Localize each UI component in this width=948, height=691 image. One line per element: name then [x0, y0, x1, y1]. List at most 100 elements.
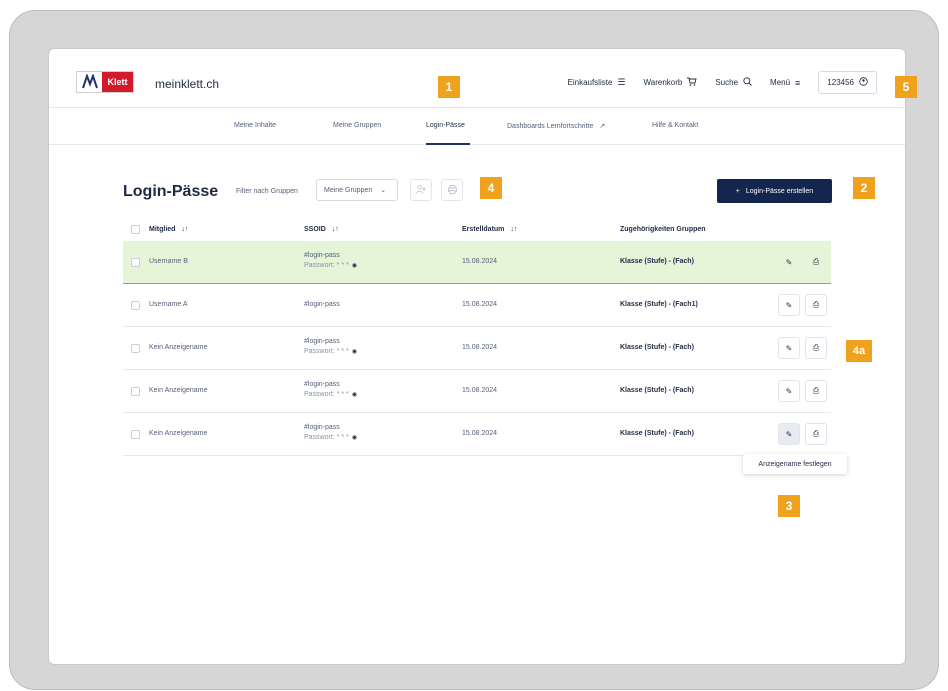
edit-button[interactable]: ✎ [778, 251, 800, 273]
print-button[interactable]: ⎙ [805, 251, 827, 273]
ssoid-value: #login-pass [304, 381, 340, 388]
klett-logo[interactable]: Klett [76, 71, 134, 93]
row-checkbox[interactable] [131, 344, 140, 353]
ssoid-value: #login-pass [304, 338, 340, 345]
ssoid-cell: #login-pass Passwort: * * * ◉ [304, 424, 357, 441]
list-icon: ☰ [617, 77, 626, 87]
add-user-icon [416, 184, 426, 196]
ssoid-value: #login-pass [304, 301, 340, 308]
password-mask: Passwort: * * * [304, 348, 349, 355]
print-selected-button[interactable] [441, 179, 463, 201]
print-icon: ⎙ [812, 300, 820, 309]
created-date: 15.08.2024 [462, 301, 498, 308]
tab-dashboards-label: Dashboards Lernfortschritte [507, 123, 594, 130]
print-button[interactable]: ⎙ [805, 294, 827, 316]
created-date: 15.08.2024 [462, 387, 498, 394]
group-membership[interactable]: Klasse (Stufe) - (Fach) [620, 387, 694, 394]
password-mask: Passwort: * * * [304, 262, 349, 269]
menu-label: Menü [770, 78, 791, 87]
cart-link[interactable]: Warenkorb [644, 77, 698, 88]
table-row[interactable]: Username A #login-pass 15.08.2024 Klasse… [123, 284, 831, 327]
print-button[interactable]: ⎙ [805, 337, 827, 359]
marker-4: 4 [480, 177, 502, 199]
marker-2: 2 [853, 177, 875, 199]
tab-hilfe-kontakt[interactable]: Hilfe & Kontakt [652, 122, 698, 129]
print-icon: ⎙ [812, 343, 820, 352]
print-icon: ⎙ [812, 257, 820, 266]
table-row[interactable]: Username B #login-pass Passwort: * * * ◉ … [123, 241, 831, 284]
row-checkbox[interactable] [131, 258, 140, 267]
tab-meine-gruppen[interactable]: Meine Gruppen [333, 122, 381, 129]
table-header: Mitglied ↓↑ SSOID ↓↑ Erstelldatum ↓↑ Zug… [123, 219, 831, 241]
column-label: SSOID [304, 226, 326, 233]
row-checkbox[interactable] [131, 301, 140, 310]
search-link[interactable]: Suche [715, 77, 752, 88]
account-number: 123456 [827, 78, 854, 87]
sort-icon: ↓↑ [331, 226, 339, 233]
edit-icon: ✎ [785, 300, 793, 310]
print-button[interactable]: ⎙ [805, 423, 827, 445]
eye-icon[interactable]: ◉ [352, 349, 357, 355]
ssoid-value: #login-pass [304, 252, 340, 259]
column-header-ssoid[interactable]: SSOID ↓↑ [304, 226, 339, 233]
table-row[interactable]: Kein Anzeigename #login-pass Passwort: *… [123, 370, 831, 413]
password-field: Passwort: * * * ◉ [304, 434, 357, 441]
column-header-mitglied[interactable]: Mitglied ↓↑ [149, 226, 188, 233]
column-label: Mitglied [149, 226, 176, 233]
row-checkbox[interactable] [131, 387, 140, 396]
eye-icon[interactable]: ◉ [352, 392, 357, 398]
print-icon [447, 184, 457, 196]
ssoid-cell: #login-pass Passwort: * * * ◉ [304, 381, 357, 398]
print-icon: ⎙ [812, 429, 820, 438]
group-membership[interactable]: Klasse (Stufe) - (Fach) [620, 430, 694, 437]
tab-login-paesse[interactable]: Login-Pässe [426, 122, 465, 129]
edit-icon: ✎ [785, 429, 793, 439]
edit-icon: ✎ [785, 343, 793, 353]
tab-meine-inhalte[interactable]: Meine Inhalte [234, 122, 276, 129]
create-login-pass-label: Login-Pässe erstellen [745, 187, 814, 195]
eye-icon[interactable]: ◉ [352, 263, 357, 269]
created-date: 15.08.2024 [462, 258, 498, 265]
group-membership[interactable]: Klasse (Stufe) - (Fach1) [620, 301, 698, 308]
password-field: Passwort: * * * ◉ [304, 348, 357, 355]
group-membership[interactable]: Klasse (Stufe) - (Fach) [620, 258, 694, 265]
edit-button[interactable]: ✎ [778, 337, 800, 359]
table-row[interactable]: Kein Anzeigename #login-pass Passwort: *… [123, 327, 831, 370]
column-header-gruppen: Zugehörigkeiten Gruppen [620, 226, 706, 233]
ssoid-cell: #login-pass Passwort: * * * ◉ [304, 252, 357, 269]
site-header: Klett meinklett.ch Einkaufsliste ☰ Waren… [49, 49, 905, 107]
edit-button[interactable]: ✎ [778, 423, 800, 445]
edit-button[interactable]: ✎ [778, 380, 800, 402]
search-label: Suche [715, 78, 739, 87]
site-name[interactable]: meinklett.ch [155, 77, 219, 91]
create-login-pass-button[interactable]: + Login-Pässe erstellen [717, 179, 832, 203]
member-name: Kein Anzeigename [149, 430, 208, 437]
edit-button[interactable]: ✎ [778, 294, 800, 316]
external-link-icon: ↗ [599, 123, 606, 130]
add-user-button[interactable] [410, 179, 432, 201]
group-filter-select[interactable]: Meine Gruppen ⌄ [316, 179, 398, 201]
edit-icon: ✎ [785, 257, 793, 267]
select-all-checkbox[interactable] [131, 225, 140, 234]
marker-4a: 4a [846, 340, 872, 362]
marker-1: 1 [438, 76, 460, 98]
account-button[interactable]: 123456 [818, 71, 877, 94]
group-membership[interactable]: Klasse (Stufe) - (Fach) [620, 344, 694, 351]
created-date: 15.08.2024 [462, 344, 498, 351]
sort-icon: ↓↑ [510, 226, 518, 233]
menu-link[interactable]: Menü ≡ [770, 78, 800, 88]
tab-dashboards[interactable]: Dashboards Lernfortschritte ↗ [507, 122, 605, 130]
logo-text: Klett [102, 72, 133, 92]
print-button[interactable]: ⎙ [805, 380, 827, 402]
eye-icon[interactable]: ◉ [352, 435, 357, 441]
menu-icon: ≡ [795, 77, 801, 88]
group-filter-value: Meine Gruppen [324, 186, 373, 194]
table-row[interactable]: Kein Anzeigename #login-pass Passwort: *… [123, 413, 831, 456]
password-mask: Passwort: * * * [304, 391, 349, 398]
shopping-list-link[interactable]: Einkaufsliste ☰ [568, 77, 626, 88]
created-date: 15.08.2024 [462, 430, 498, 437]
password-field: Passwort: * * * ◉ [304, 391, 357, 398]
row-checkbox[interactable] [131, 430, 140, 439]
column-header-erstelldatum[interactable]: Erstelldatum ↓↑ [462, 226, 517, 233]
password-field: Passwort: * * * ◉ [304, 262, 357, 269]
